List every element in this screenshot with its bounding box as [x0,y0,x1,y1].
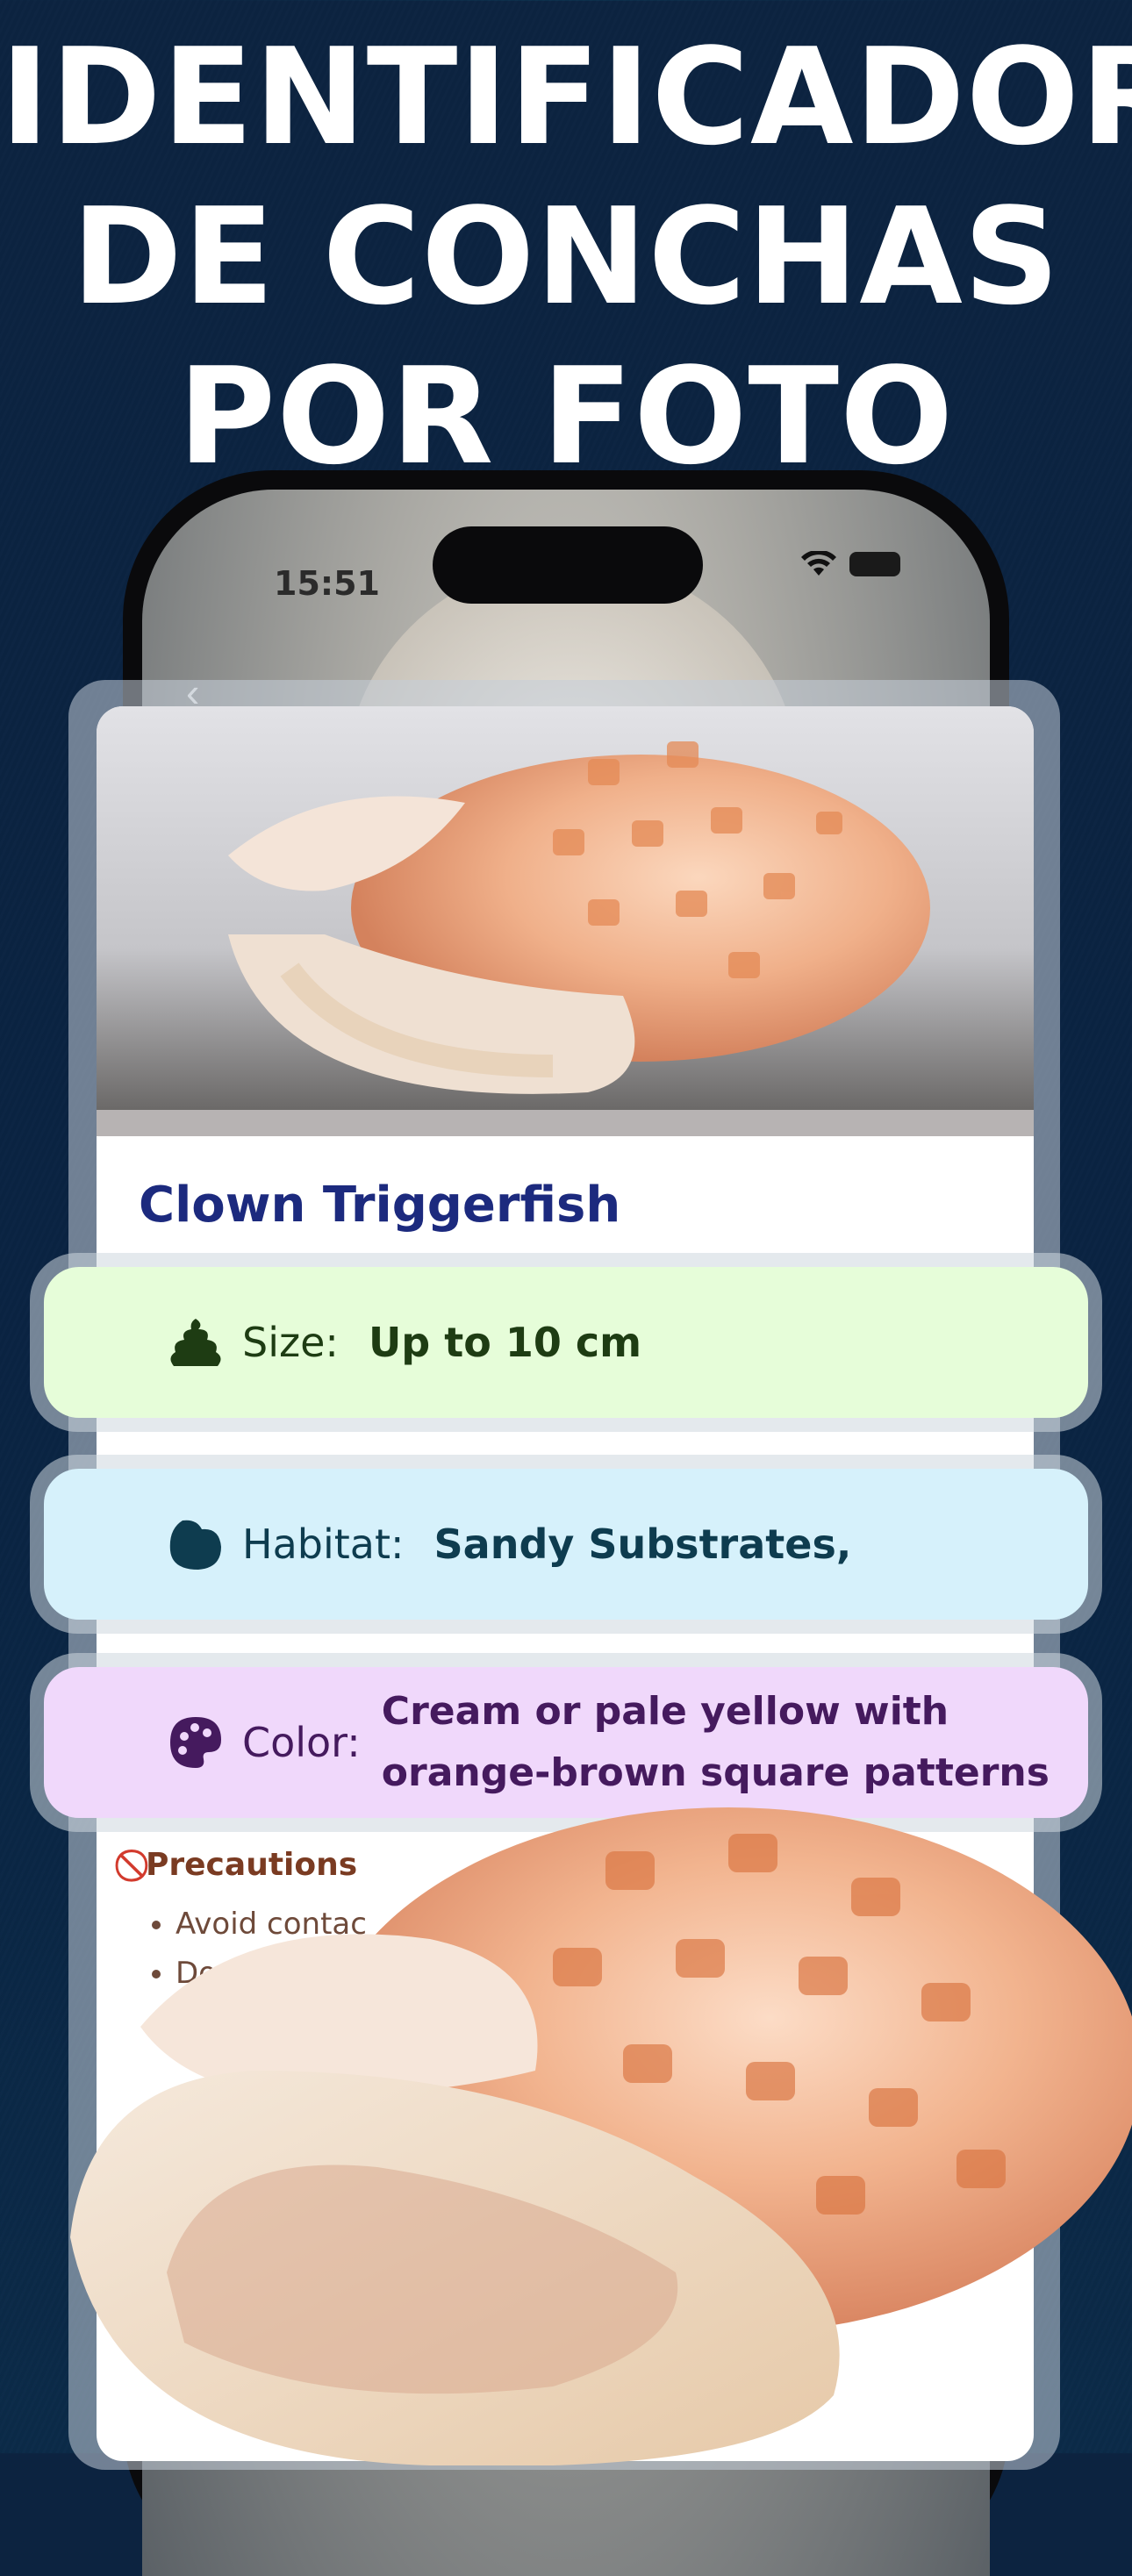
species-name: Clown Triggerfish [139,1177,621,1234]
size-value: Up to 10 cm [368,1319,642,1366]
size-label: Size: [242,1319,339,1366]
headline-line-1: IDENTIFICADOR [0,19,1132,175]
palette-icon [170,1717,221,1768]
battery-icon [849,552,900,576]
habitat-label: Habitat: [242,1521,405,1568]
habitat-pill: Habitat: Sandy Substrates, [44,1469,1088,1620]
shell-photo [97,706,1034,1110]
size-pill: Size: Up to 10 cm [44,1267,1088,1418]
habitat-value: Sandy Substrates, [433,1521,852,1568]
status-time: 15:51 [274,564,380,603]
decorative-shell-image [70,1807,1132,2465]
wifi-icon [801,551,836,576]
photo-divider [97,1110,1034,1136]
poop-icon [170,1319,221,1366]
blob-icon [169,1520,221,1570]
color-label: Color: [242,1719,361,1766]
headline-line-2: DE CONCHAS [71,179,1061,334]
promo-headline: IDENTIFICADOR DE CONCHAS POR FOTO [0,18,1132,497]
status-icons [800,551,900,577]
color-value-line-1: Cream or pale yellow with [381,1689,949,1734]
dynamic-island [433,526,703,604]
